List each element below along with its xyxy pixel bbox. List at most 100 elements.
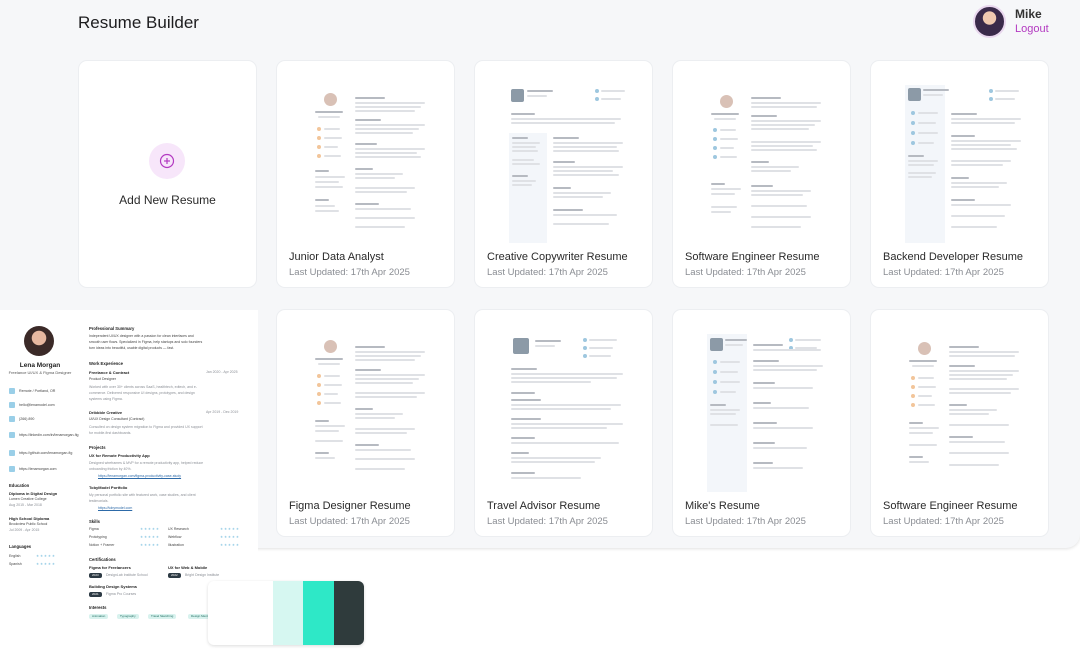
resume-thumbnail [881,324,1038,499]
project-name: UX for Remote Productivity App [89,453,150,458]
cert-name: UX for Web & Mobile [168,565,208,570]
resume-updated: Last Updated: 17th Apr 2025 [487,267,608,278]
page-title: Resume Builder [78,13,199,32]
location-item: Remote / Portland, OR [9,388,55,394]
project-link[interactable]: https://lenamorgan.com/figma-productivit… [98,474,181,478]
summary-line: turn ideas into beautiful, usable digita… [89,346,175,350]
work-company: Dribbble Creative [89,410,123,415]
resume-card[interactable]: Backend Developer Resume Last Updated: 1… [871,61,1048,287]
rating-stars: ★★★★★ [140,535,160,539]
resume-thumbnail [485,324,642,499]
resume-title: Travel Advisor Resume [487,500,601,512]
certifications-heading: Certifications [89,557,116,562]
resume-title: Figma Designer Resume [289,500,411,512]
work-dates: Jan 2020 - Apr 2025 [206,370,238,374]
language-item: English [9,554,21,558]
resume-title: Mike's Resume [685,500,760,512]
cert-issuer: Figma Pro Courses [106,592,137,596]
resume-card[interactable]: Software Engineer Resume Last Updated: 1… [673,61,850,287]
website-item: https://lenamorgan.com [9,466,57,472]
education-dates: Aug 2015 - Mar 2018 [9,503,42,507]
rating-stars: ★★★★★ [140,527,160,531]
projects-heading: Projects [89,445,106,450]
work-company: Freelance & Contract [89,370,130,375]
rating-stars: ★★★★★ [220,535,240,539]
languages-heading: Languages [9,544,32,549]
project-link[interactable]: https://tobymodel.com [98,506,132,510]
email-item: hello@lenamodel.com [9,402,55,408]
work-dates: Apr 2019 - Dec 2019 [206,410,239,414]
skill-item: Notion + Framer [89,543,115,547]
avatar[interactable] [973,5,1006,38]
resume-title: Software Engineer Resume [883,500,1018,512]
rating-stars: ★★★★★ [220,543,240,547]
work-desc: commerce. Delivered responsive UI design… [89,391,195,395]
location-icon [9,388,15,394]
resume-card[interactable]: Figma Designer Resume Last Updated: 17th… [277,310,454,536]
resume-updated: Last Updated: 17th Apr 2025 [685,516,806,527]
work-role: Product Designer [89,377,117,381]
resume-updated: Last Updated: 17th Apr 2025 [289,267,410,278]
work-desc: systems using Figma. [89,397,123,401]
project-desc: My personal portfolio site with featured… [89,493,196,497]
skills-heading: Skills [89,519,100,524]
skill-item: Figma [89,527,99,531]
interest-tag: Travel Sketching [148,614,177,619]
preview-name: Lena Morgan [19,362,61,369]
resume-title: Junior Data Analyst [289,251,384,263]
plus-icon[interactable] [149,143,185,179]
rating-stars: ★★★★★ [220,527,240,531]
user-menu[interactable]: Mike Logout [973,5,1049,38]
resume-thumbnail [881,75,1038,250]
cert-name: Building Design Systems [89,584,138,589]
resume-updated: Last Updated: 17th Apr 2025 [487,516,608,527]
work-heading: Work Experience [89,361,123,366]
resume-card[interactable]: Junior Data Analyst Last Updated: 17th A… [277,61,454,287]
swatch-teal[interactable] [303,581,334,645]
add-new-resume-card[interactable]: Add New Resume [79,61,256,287]
work-desc: Consulted on design system migration to … [89,425,203,429]
interests-heading: Interests [89,605,107,610]
project-desc: onboarding friction by 40%. [89,467,132,471]
education-degree: Diploma in Digital Design [9,491,58,496]
resume-card[interactable]: Mike's Resume Last Updated: 17th Apr 202… [673,310,850,536]
education-school: Lumen Creative College [9,497,47,501]
language-item: Spanish [9,562,22,566]
project-desc: testimonials. [89,499,109,503]
logout-link[interactable]: Logout [1015,22,1049,37]
education-dates: Jul 2009 - Apr 2015 [9,528,40,532]
skill-item: Prototyping [89,535,107,539]
resume-card[interactable]: Travel Advisor Resume Last Updated: 17th… [475,310,652,536]
palette-spacer [208,581,243,645]
user-name: Mike [1015,6,1042,21]
work-desc: for mobile-first dashboards. [89,431,132,435]
swatch-white[interactable] [242,581,274,645]
project-desc: Designed wireframes & MVP for a remote p… [89,461,204,465]
add-new-resume-label: Add New Resume [119,193,216,207]
rating-stars: ★★★★★ [36,562,56,566]
project-name: TobyModel Portfolio [89,485,128,490]
globe-icon [9,466,15,472]
resume-title: Creative Copywriter Resume [487,251,628,263]
linkedin-icon [9,432,15,438]
interest-tag: Animation [89,614,109,619]
swatch-dark[interactable] [333,581,364,645]
color-palette [208,581,364,645]
cert-year: 2023 [89,573,102,578]
summary-line: Independent UI/UX designer with a passio… [89,334,194,338]
profile-photo [24,326,54,356]
mail-icon [9,402,15,408]
phone-item: (266) 890 [9,416,34,422]
resume-thumbnail [683,324,840,499]
work-role: UI/UX Design Consultant (Contract) [89,417,145,421]
swatch-mint[interactable] [273,581,304,645]
rating-stars: ★★★★★ [140,543,160,547]
resume-card[interactable]: Software Engineer Resume Last Updated: 1… [871,310,1048,536]
resume-updated: Last Updated: 17th Apr 2025 [289,516,410,527]
resume-card[interactable]: Creative Copywriter Resume Last Updated:… [475,61,652,287]
resume-thumbnail [287,75,444,250]
cert-name: Figma for Freelancers [89,565,131,570]
resume-thumbnail [287,324,444,499]
summary-line: smooth user flows. Specialized in Figma,… [89,340,203,344]
interest-tag: Typography [117,614,139,619]
